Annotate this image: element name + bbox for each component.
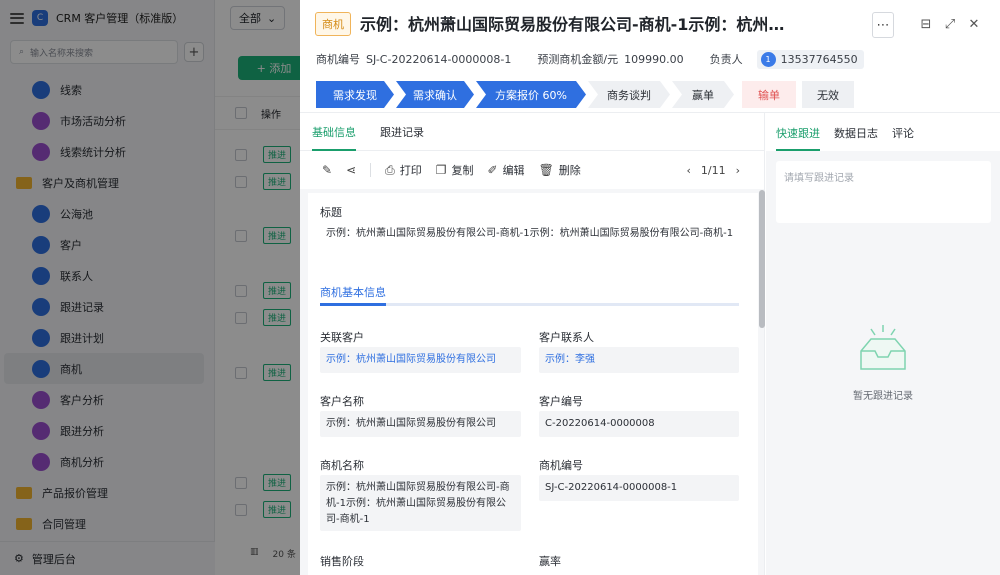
note-icon[interactable]: ✎	[322, 163, 332, 177]
record-type-badge: 商机	[315, 12, 351, 36]
stage-requirement-discovery[interactable]: 需求发现	[316, 81, 394, 108]
owner-chip[interactable]: 1 13537764550	[756, 49, 864, 69]
record-title: 示例：杭州萧山国际贸易股份有限公司-商机-1示例：杭州萧…	[360, 15, 790, 34]
close-icon[interactable]: ✕	[965, 14, 983, 34]
drawer-header: 商机 示例：杭州萧山国际贸易股份有限公司-商机-1示例：杭州萧… ⋯ ⊟ ⤢ ✕…	[300, 0, 1000, 113]
tab-quick-follow-up[interactable]: 快速跟进	[776, 125, 820, 151]
empty-state: 暂无跟进记录	[766, 323, 1000, 402]
contact-link[interactable]: 示例：李强	[539, 347, 739, 373]
share-icon[interactable]: ⋖	[346, 163, 356, 177]
empty-state-text: 暂无跟进记录	[853, 391, 913, 402]
tab-comments[interactable]: 评论	[892, 125, 914, 151]
opportunity-name-value: 示例：杭州萧山国际贸易股份有限公司-商机-1示例：杭州萧山国际贸易股份有限公司-…	[320, 475, 521, 531]
copy-label: 复制	[451, 164, 474, 177]
stage-invalid[interactable]: 无效	[802, 81, 854, 108]
printer-icon: ⎙	[385, 162, 395, 177]
code-value: SJ-C-20220614-0000008-1	[366, 52, 512, 66]
title-value: 示例：杭州萧山国际贸易股份有限公司-商机-1示例：杭州萧山国际贸易股份有限公司-…	[326, 228, 734, 239]
stage-requirement-confirm[interactable]: 需求确认	[396, 81, 474, 108]
stage-progress: 需求发现 需求确认 方案报价 60% 商务谈判 赢单 输单 无效	[316, 81, 856, 108]
edit-button[interactable]: ✐ 编辑	[488, 162, 525, 178]
section-divider	[320, 303, 739, 306]
sales-stage-label: 销售阶段	[320, 555, 364, 568]
scrollbar[interactable]	[759, 190, 765, 328]
print-label: 打印	[399, 164, 422, 177]
win-rate-label: 赢率	[539, 555, 561, 568]
amount-value: 109990.00	[624, 52, 684, 66]
copy-icon: ❐	[435, 163, 447, 177]
tab-basic-info[interactable]: 基础信息	[312, 124, 356, 151]
code-label: 商机编号	[316, 53, 360, 66]
opportunity-detail-drawer: 商机 示例：杭州萧山国际贸易股份有限公司-商机-1示例：杭州萧… ⋯ ⊟ ⤢ ✕…	[300, 0, 1000, 575]
toolbar-divider	[370, 163, 372, 177]
tab-data-log[interactable]: 数据日志	[834, 125, 878, 151]
stage-won[interactable]: 赢单	[672, 81, 734, 108]
expand-icon[interactable]: ⤢	[941, 14, 959, 34]
stage-lost[interactable]: 输单	[742, 81, 796, 108]
related-customer-label: 关联客户	[320, 331, 364, 344]
pencil-icon: ✐	[487, 163, 498, 177]
detail-main-panel: 基础信息 跟进记录 ✎ ⋖ ⎙ 打印 ❐ 复制 ✐ 编辑 🗑 删除 ‹ 1/11 › 标…	[300, 113, 765, 575]
record-meta: 商机编号 SJ-C-20220614-0000008-1 预测商机金额/元 10…	[316, 48, 864, 70]
opportunity-code-value: SJ-C-20220614-0000008-1	[539, 475, 739, 501]
chevron-right-icon[interactable]: ›	[736, 164, 740, 177]
detail-toolbar: ✎ ⋖ ⎙ 打印 ❐ 复制 ✐ 编辑 🗑 删除 ‹ 1/11 ›	[300, 151, 764, 189]
copy-button[interactable]: ❐ 复制	[436, 162, 474, 178]
stage-quotation[interactable]: 方案报价 60%	[476, 81, 586, 108]
tab-follow-up-records[interactable]: 跟进记录	[380, 124, 424, 150]
follow-up-textarea[interactable]: 请填写跟进记录	[776, 161, 991, 223]
amount-label: 预测商机金额/元	[537, 53, 619, 66]
detail-tabs: 基础信息 跟进记录	[300, 113, 764, 151]
opportunity-name-label: 商机名称	[320, 459, 364, 472]
customer-name-label: 客户名称	[320, 395, 364, 408]
customer-code-label: 客户编号	[539, 395, 583, 408]
print-view-icon[interactable]: ⊟	[917, 14, 935, 34]
contact-label: 客户联系人	[539, 331, 594, 344]
customer-code-value: C-20220614-0000008	[539, 411, 739, 437]
customer-name-value: 示例：杭州萧山国际贸易股份有限公司	[320, 411, 521, 437]
title-label: 标题	[320, 206, 342, 219]
avatar: 1	[760, 51, 776, 67]
owner-label: 负责人	[709, 53, 743, 66]
record-pager: ‹ 1/11 ›	[686, 164, 740, 177]
edit-label: 编辑	[502, 164, 525, 177]
detail-form-card: 标题 示例：杭州萧山国际贸易股份有限公司-商机-1示例：杭州萧山国际贸易股份有限…	[308, 193, 758, 575]
empty-inbox-icon	[860, 325, 906, 370]
chevron-left-icon[interactable]: ‹	[686, 164, 690, 177]
delete-label: 删除	[558, 164, 581, 177]
activity-tabs: 快速跟进 数据日志 评论	[766, 113, 1000, 151]
pager-text: 1/11	[700, 163, 726, 177]
delete-button[interactable]: 🗑 删除	[539, 162, 581, 178]
owner-value: 13537764550	[780, 52, 858, 66]
trash-icon: 🗑	[538, 163, 554, 177]
print-button[interactable]: ⎙ 打印	[385, 162, 422, 178]
related-customer-link[interactable]: 示例：杭州萧山国际贸易股份有限公司	[320, 347, 521, 373]
more-options-button[interactable]: ⋯	[872, 12, 894, 38]
stage-negotiation[interactable]: 商务谈判	[588, 81, 670, 108]
section-title: 商机基本信息	[320, 286, 386, 299]
opportunity-code-label: 商机编号	[539, 459, 583, 472]
activity-panel: 快速跟进 数据日志 评论 请填写跟进记录 暂无跟进记录	[766, 113, 1000, 575]
